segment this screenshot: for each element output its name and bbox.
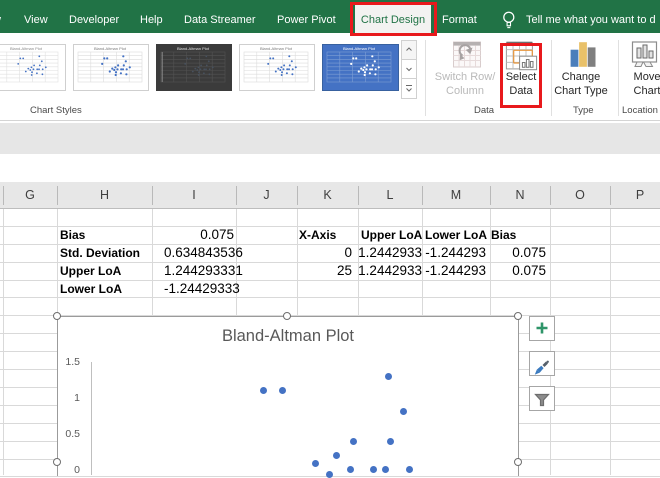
svg-text:Bland-Altman Plot: Bland-Altman Plot (260, 46, 293, 51)
svg-text:Bland-Altman Plot: Bland-Altman Plot (177, 46, 210, 51)
svg-text:Bland-Altman Plot: Bland-Altman Plot (94, 46, 127, 51)
svg-text:Bland-Altman Plot: Bland-Altman Plot (10, 46, 43, 51)
svg-text:Bland-Altman Plot: Bland-Altman Plot (343, 46, 376, 51)
